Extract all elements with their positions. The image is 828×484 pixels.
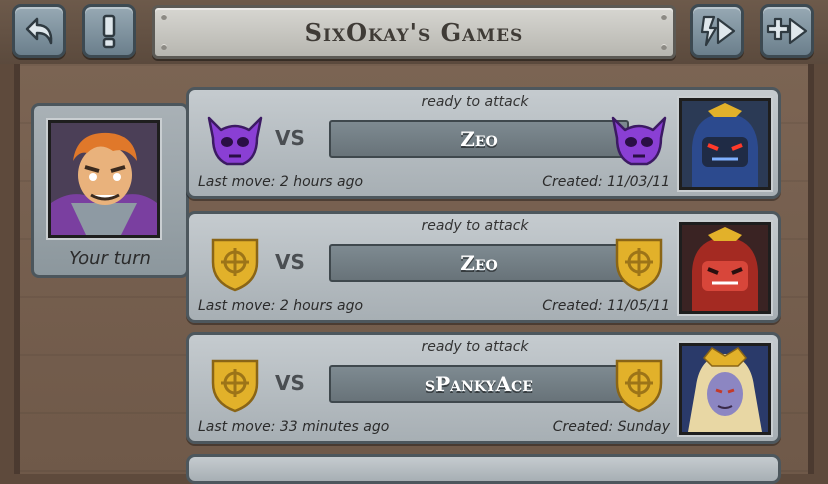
gold-shield-emblem-icon	[203, 353, 267, 417]
opponent-name-bar: sPankyAce	[329, 365, 629, 403]
page-title: SixOkay's Games	[304, 17, 524, 47]
warrior-portrait-icon	[51, 123, 157, 235]
game-row-1[interactable]: ready to attack VS Zeo Last move: 2 hour…	[186, 87, 781, 199]
opponent-avatar	[677, 341, 773, 437]
exclamation-icon	[102, 14, 116, 49]
blue-samurai-portrait-icon	[682, 101, 768, 187]
red-samurai-portrait-icon	[682, 225, 768, 311]
created-date-text: Created: Sunday	[552, 419, 670, 435]
game-row-3[interactable]: ready to attack VS sPankyAce Last move: …	[186, 332, 781, 444]
last-move-text: Last move: 33 minutes ago	[198, 419, 390, 435]
gold-shield-emblem-icon	[203, 232, 267, 296]
elf-queen-portrait-icon	[682, 346, 768, 432]
opponent-name: sPankyAce	[425, 372, 533, 396]
opponent-name-bar: Zeo	[329, 244, 629, 282]
last-move-text: Last move: 2 hours ago	[198, 174, 364, 190]
quick-play-icon	[700, 15, 736, 47]
back-arrow-icon	[25, 17, 53, 45]
vs-label: VS	[275, 371, 305, 395]
back-button[interactable]	[12, 4, 66, 58]
your-turn-label: Your turn	[69, 248, 151, 269]
created-date-text: Created: 11/05/11	[542, 298, 670, 314]
quick-play-button[interactable]	[690, 4, 744, 58]
opponent-name: Zeo	[460, 251, 498, 275]
game-status: ready to attack	[421, 94, 529, 110]
vs-label: VS	[275, 250, 305, 274]
opponent-avatar	[677, 220, 773, 316]
purple-skull-emblem-icon	[203, 108, 267, 172]
new-game-button[interactable]	[760, 4, 814, 58]
opponent-avatar	[677, 96, 773, 192]
game-status: ready to attack	[421, 339, 529, 355]
player-panel[interactable]: Your turn	[31, 103, 189, 278]
gold-shield-emblem-icon	[607, 353, 671, 417]
player-avatar	[46, 118, 162, 240]
opponent-name-bar: Zeo	[329, 120, 629, 158]
alert-button[interactable]	[82, 4, 136, 58]
purple-skull-emblem-icon	[607, 108, 671, 172]
last-move-text: Last move: 2 hours ago	[198, 298, 364, 314]
game-row-2[interactable]: ready to attack VS Zeo Last move: 2 hour…	[186, 211, 781, 323]
opponent-name: Zeo	[460, 127, 498, 151]
game-row-4-partial[interactable]	[186, 454, 781, 484]
vs-label: VS	[275, 126, 305, 150]
title-plate: SixOkay's Games	[152, 5, 676, 59]
created-date-text: Created: 11/03/11	[542, 174, 670, 190]
game-status: ready to attack	[421, 218, 529, 234]
gold-shield-emblem-icon	[607, 232, 671, 296]
new-game-plus-icon	[766, 17, 808, 45]
